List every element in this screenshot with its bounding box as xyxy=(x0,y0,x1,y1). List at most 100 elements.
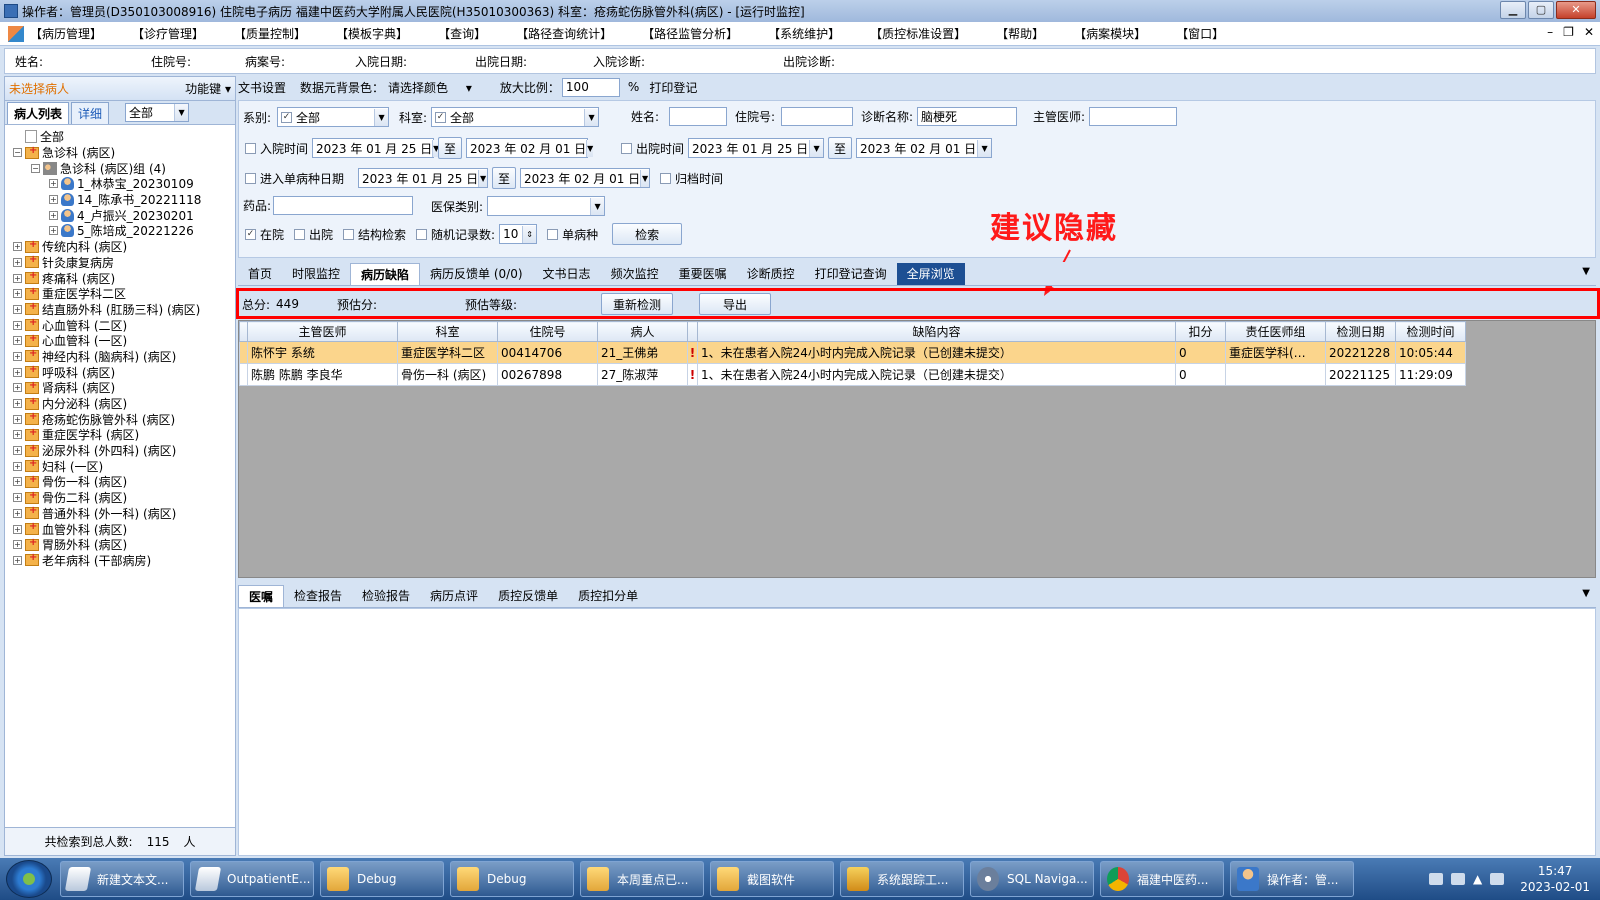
menu-window[interactable]: 【窗口】 xyxy=(1176,25,1224,42)
taskbar-item[interactable]: 福建中医药... xyxy=(1100,861,1224,897)
expand-icon[interactable]: + xyxy=(13,320,22,330)
tab-home[interactable]: 首页 xyxy=(238,263,282,285)
mdi-minimize-icon[interactable]: – xyxy=(1547,25,1553,39)
dept-series-select[interactable]: ✓ 全部 ▼ xyxy=(277,107,390,127)
tree-node[interactable]: + 血管外科 (病区) xyxy=(5,521,235,537)
discharge-time-checkbox[interactable] xyxy=(621,142,632,154)
tray-expand-icon[interactable]: ▲ xyxy=(1473,872,1482,886)
menu-path-analysis[interactable]: 【路径监管分析】 xyxy=(642,25,738,42)
tab-fullscreen[interactable]: 全屏浏览 xyxy=(896,262,965,285)
name-input[interactable] xyxy=(669,107,728,126)
minimize-button[interactable]: ▁ xyxy=(1500,1,1526,19)
discharge-to-date[interactable]: 2023 年 02 月 01 日 ▼ xyxy=(856,138,993,158)
zoom-input[interactable]: 100 xyxy=(561,77,620,97)
tab-exam-report[interactable]: 检查报告 xyxy=(284,585,352,607)
network-icon[interactable] xyxy=(1451,873,1466,885)
menu-treatment[interactable]: 【诊疗管理】 xyxy=(132,25,204,42)
column-header[interactable]: 主管医师 xyxy=(247,321,398,342)
menu-path-stats[interactable]: 【路径查询统计】 xyxy=(516,25,612,42)
column-header[interactable]: 检测日期 xyxy=(1325,321,1396,342)
column-header[interactable]: 扣分 xyxy=(1175,321,1226,342)
single-disease-checkbox[interactable] xyxy=(547,228,559,240)
expand-icon[interactable]: + xyxy=(13,524,22,534)
tab-frequency[interactable]: 频次监控 xyxy=(601,263,669,285)
flag-icon[interactable] xyxy=(1490,873,1505,885)
tree-node[interactable]: +14_陈承书_20221118 xyxy=(5,192,235,208)
taskbar-item[interactable]: 本周重点已... xyxy=(580,861,704,897)
expand-icon[interactable]: + xyxy=(13,273,22,283)
drug-input[interactable] xyxy=(273,196,414,215)
collapse-icon[interactable]: − xyxy=(31,163,40,173)
expand-icon[interactable]: + xyxy=(13,540,22,550)
tree-node[interactable]: + 心血管科 (一区) xyxy=(5,333,235,349)
taskbar-item[interactable]: 新建文本文... xyxy=(60,861,184,897)
expand-icon[interactable]: + xyxy=(13,336,22,346)
tree-node[interactable]: + 重症医学科二区 xyxy=(5,286,235,302)
column-header[interactable]: 住院号 xyxy=(497,321,598,342)
start-button[interactable] xyxy=(6,860,52,898)
menu-record[interactable]: 【病历管理】 xyxy=(30,25,102,42)
tree-node[interactable]: +4_卢振兴_20230201 xyxy=(5,207,235,223)
tree-node[interactable]: + 疼痛科 (病区) xyxy=(5,270,235,286)
tab-qc-deduction[interactable]: 质控扣分单 xyxy=(568,585,648,607)
admit-to-date[interactable]: 2023 年 02 月 01 日 ▼ xyxy=(466,138,594,158)
tab-patient-list[interactable]: 病人列表 xyxy=(7,102,70,124)
tree-node[interactable]: + 泌尿外科 (外四科) (病区) xyxy=(5,443,235,459)
single-from-date[interactable]: 2023 年 01 月 25 日 ▼ xyxy=(358,168,489,188)
column-header[interactable]: 病人 xyxy=(597,321,688,342)
dept-select[interactable]: ✓ 全部 ▼ xyxy=(431,107,600,127)
tree-node[interactable]: + 骨伤二科 (病区) xyxy=(5,490,235,506)
expand-icon[interactable]: + xyxy=(49,195,58,205)
tree-node[interactable]: + 老年病科 (干部病房) xyxy=(5,552,235,569)
expand-icon[interactable]: + xyxy=(49,179,58,189)
struct-search-checkbox[interactable] xyxy=(343,228,355,240)
expand-icon[interactable]: + xyxy=(13,304,22,314)
column-header[interactable]: 责任医师组 xyxy=(1225,321,1326,342)
tree-node[interactable]: + 胃肠外科 (病区) xyxy=(5,537,235,553)
expand-icon[interactable]: + xyxy=(49,226,58,236)
tree-node[interactable]: − 急诊科 (病区)组 (4) xyxy=(5,160,235,176)
taskbar-item[interactable]: SQL Naviga... xyxy=(970,861,1094,897)
table-row[interactable]: 陈鹏 陈鹏 李良华 骨伤一科 (病区) 00267898 27_陈淑萍! 1、未在患者入… xyxy=(239,363,1466,386)
expand-icon[interactable]: + xyxy=(13,242,22,252)
discharge-from-date[interactable]: 2023 年 01 月 25 日 ▼ xyxy=(688,138,825,158)
tab-print-query[interactable]: 打印登记查询 xyxy=(805,263,897,285)
tab-feedback[interactable]: 病历反馈单 (0/0) xyxy=(420,263,533,285)
tree-node[interactable]: + 妇科 (一区) xyxy=(5,458,235,474)
expand-icon[interactable]: + xyxy=(13,461,22,471)
tree-node[interactable]: + 传统内科 (病区) xyxy=(5,239,235,255)
admit-time-checkbox[interactable] xyxy=(245,142,256,154)
column-header[interactable]: 科室 xyxy=(397,321,498,342)
column-header[interactable] xyxy=(687,321,698,342)
column-header[interactable]: 缺陷内容 xyxy=(697,321,1176,342)
tree-node[interactable]: + 骨伤一科 (病区) xyxy=(5,474,235,490)
random-records-stepper[interactable]: 10 ⇕ xyxy=(499,224,538,244)
tab-detail[interactable]: 详细 xyxy=(71,102,110,124)
menu-system[interactable]: 【系统维护】 xyxy=(768,25,840,42)
collapse-icon[interactable]: − xyxy=(13,148,22,158)
tree-node[interactable]: + 疮疡蛇伤脉管外科 (病区) xyxy=(5,411,235,427)
tab-time-limit[interactable]: 时限监控 xyxy=(282,263,350,285)
tree-node[interactable]: +1_林恭宝_20230109 xyxy=(5,176,235,192)
table-row[interactable]: 陈怀宇 系统 重症医学科二区 00414706 21_王佛弟! 1、未在患者入院24小时… xyxy=(239,341,1466,364)
expand-icon[interactable]: + xyxy=(13,257,22,267)
keyboard-icon[interactable] xyxy=(1429,873,1444,885)
tab-lab-report[interactable]: 检验报告 xyxy=(352,585,420,607)
tree-node[interactable]: − 急诊科 (病区) xyxy=(5,145,235,161)
tree-node[interactable]: + 呼吸科 (病区) xyxy=(5,364,235,380)
chevron-down-icon[interactable]: ▼ xyxy=(1582,266,1590,277)
expand-icon[interactable]: + xyxy=(13,351,22,361)
tab-doc-log[interactable]: 文书日志 xyxy=(533,263,601,285)
tree-node[interactable]: +5_陈培成_20221226 xyxy=(5,223,235,239)
export-button[interactable]: 导出 xyxy=(699,293,772,315)
expand-icon[interactable]: + xyxy=(13,367,22,377)
menu-case[interactable]: 【病案模块】 xyxy=(1074,25,1146,42)
expand-icon[interactable]: + xyxy=(13,383,22,393)
tab-record-review[interactable]: 病历点评 xyxy=(420,585,488,607)
recheck-button[interactable]: 重新检测 xyxy=(601,293,674,315)
function-key-menu[interactable]: 功能键 ▾ xyxy=(185,80,231,97)
expand-icon[interactable]: + xyxy=(49,210,58,220)
expand-icon[interactable]: + xyxy=(13,414,22,424)
mdi-restore-icon[interactable]: ❐ xyxy=(1563,25,1574,39)
search-button[interactable]: 检索 xyxy=(612,223,683,245)
